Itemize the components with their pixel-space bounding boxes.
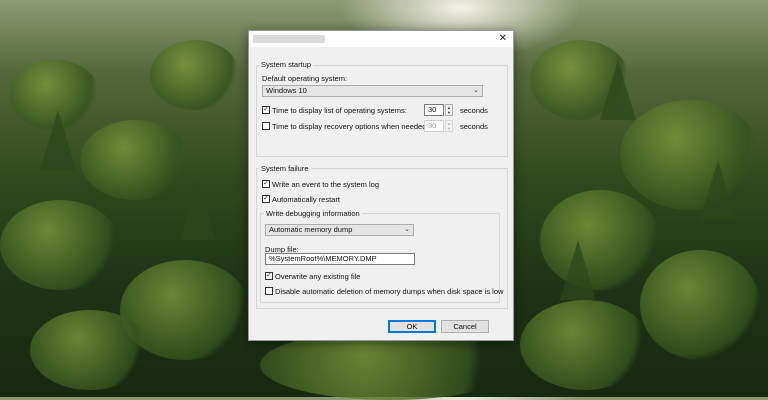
recovery-input: 30	[424, 120, 444, 132]
spin-down-icon[interactable]: ▼	[446, 110, 452, 115]
auto-restart-label: Automatically restart	[272, 195, 340, 204]
system-startup-title: System startup	[259, 60, 314, 69]
ok-button[interactable]: OK	[388, 320, 436, 333]
debug-info-title: Write debugging information	[264, 209, 362, 218]
write-event-checkbox[interactable]: ✓	[262, 180, 270, 188]
recovery-label: Time to display recovery options when ne…	[272, 122, 429, 131]
default-os-dropdown[interactable]: Windows 10 ⌄	[262, 85, 483, 97]
cancel-button[interactable]: Cancel	[441, 320, 489, 333]
overwrite-checkbox[interactable]: ✓	[265, 272, 273, 280]
overwrite-label: Overwrite any existing file	[275, 272, 361, 281]
dump-type-value: Automatic memory dump	[269, 225, 353, 234]
dump-type-dropdown[interactable]: Automatic memory dump ⌄	[265, 224, 414, 236]
recovery-spinner: ▲ ▼	[445, 120, 453, 132]
default-os-value: Windows 10	[266, 86, 307, 95]
startup-and-recovery-dialog: ✕ System startup Default operating syste…	[248, 30, 514, 341]
auto-restart-checkbox[interactable]: ✓	[262, 195, 270, 203]
recovery-checkbox[interactable]	[262, 122, 270, 130]
display-list-spinner[interactable]: ▲ ▼	[445, 104, 453, 116]
dump-file-input[interactable]: %SystemRoot%\MEMORY.DMP	[265, 253, 415, 265]
display-list-input[interactable]: 30	[424, 104, 444, 116]
display-list-checkbox[interactable]: ✓	[262, 106, 270, 114]
spin-down-icon: ▼	[447, 126, 451, 131]
write-event-label: Write an event to the system log	[272, 180, 379, 189]
display-list-unit: seconds	[460, 106, 488, 115]
window-title	[253, 35, 325, 43]
disable-delete-checkbox[interactable]	[265, 287, 273, 295]
title-bar[interactable]: ✕	[249, 31, 513, 47]
display-list-label: Time to display list of operating system…	[272, 106, 407, 115]
system-failure-title: System failure	[259, 164, 311, 173]
close-icon[interactable]: ✕	[499, 33, 507, 44]
default-os-label: Default operating system:	[262, 74, 348, 83]
recovery-unit: seconds	[460, 122, 488, 131]
chevron-down-icon: ⌄	[404, 226, 410, 233]
chevron-down-icon: ⌄	[473, 87, 479, 94]
disable-delete-label: Disable automatic deletion of memory dum…	[275, 287, 504, 296]
